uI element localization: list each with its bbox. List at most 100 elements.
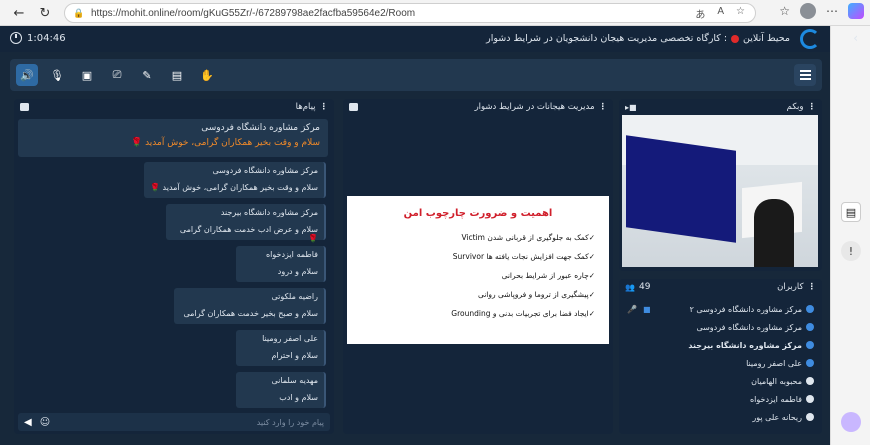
slide-bullet: ✓کمک به جلوگیری از قربانی شدن Victim — [461, 233, 595, 242]
message-sender: مرکز مشاوره دانشگاه فردوسی — [212, 166, 318, 175]
sidebar-app-icon[interactable]: ▤ — [841, 202, 861, 222]
user-item[interactable]: مرکز مشاوره دانشگاه بیرجند — [688, 337, 814, 353]
user-icon — [806, 323, 814, 331]
chat-message: علی اصفر رومینا سلام و احترام — [236, 330, 326, 366]
user-item[interactable]: مرکز مشاوره دانشگاه فردوسی — [696, 319, 814, 335]
recording-dot-icon — [731, 34, 740, 43]
reload-icon[interactable]: ↻ — [34, 2, 56, 24]
message-text: سلام و ادب — [279, 393, 318, 402]
browser-sidebar: ▤ ! — [830, 26, 870, 445]
user-name: محبوبه الهامیان — [751, 376, 802, 386]
presentation-title: مدیریت هیجانات در شرایط دشوار — [474, 102, 595, 112]
room-prefix: محیط آنلاین — [743, 33, 790, 44]
chat-message: مرکز مشاوره دانشگاه بیرجند سلام و عرض اد… — [166, 204, 326, 243]
users-more-icon[interactable]: ⋮ — [808, 282, 817, 292]
session-timer: 1:04:46 — [10, 32, 66, 44]
user-icon — [806, 413, 814, 421]
profile-avatar[interactable] — [800, 3, 816, 19]
screen-share-button[interactable]: ⎚ — [106, 64, 128, 86]
users-panel: ⋮ کاربران 49 👥 مرکز مشاوره دانشگاه فردوسی… — [619, 279, 822, 434]
chat-header: ⋮ پیام‌ها — [14, 99, 334, 115]
slide-bullet: ✓ایجاد فضا برای تجربیات بدنی و Grounding — [451, 309, 595, 318]
chat-more-icon[interactable]: ⋮ — [320, 102, 329, 112]
user-item[interactable]: محبوبه الهامیان — [751, 373, 814, 389]
presentation-more-icon[interactable]: ⋮ — [599, 102, 608, 112]
user-item[interactable]: علی اصفر رومینا — [746, 355, 814, 371]
webcam-more-icon[interactable]: ⋮ — [808, 102, 817, 112]
raise-hand-button[interactable]: ✋ — [196, 64, 218, 86]
user-item[interactable]: مرکز مشاوره دانشگاه فردوسی ۲ ■ 🎤 — [627, 301, 814, 317]
speaker-button[interactable]: 🔊 — [16, 64, 38, 86]
user-mic-icon: 🎤 — [627, 304, 637, 314]
video-projector-screen — [626, 135, 736, 243]
info-icon[interactable]: ! — [841, 241, 861, 261]
chat-icon — [20, 103, 29, 111]
chat-input[interactable]: ◀ ☺ پیام خود را وارد کنید — [18, 413, 330, 431]
translate-icon[interactable]: あ — [695, 6, 705, 21]
room-title: محیط آنلاین : کارگاه تخصصی مدیریت هیجان … — [486, 33, 790, 44]
users-count: 49 — [638, 282, 651, 292]
users-group-icon: 👥 — [625, 282, 635, 292]
read-aloud-icon[interactable]: A — [717, 6, 724, 21]
video-person — [754, 199, 794, 267]
user-icon — [806, 359, 814, 367]
slide-bullet: ✓پیشگیری از تروما و فروپاشی روانی — [477, 290, 595, 299]
message-text: سلام و احترام — [271, 351, 318, 360]
room-name: : کارگاه تخصصی مدیریت هیجان دانشجویان در… — [486, 33, 728, 44]
menu-button[interactable] — [794, 64, 816, 86]
message-text: سلام و وقت بخیر همکاران گرامی، خوش آمدید… — [150, 183, 318, 192]
slide-bullets: ✓کمک به جلوگیری از قربانی شدن Victim ✓کم… — [361, 233, 595, 318]
room-topbar: 1:04:46 محیط آنلاین : کارگاه تخصصی مدیری… — [0, 26, 858, 52]
user-icon — [806, 395, 814, 403]
message-sender: مهدیه سلمانی — [271, 376, 318, 385]
chat-title: پیام‌ها — [295, 102, 316, 112]
user-item[interactable]: فاطمه ایزدخواه — [750, 391, 814, 407]
send-icon[interactable]: ◀ — [24, 417, 32, 428]
message-sender: راضیه ملکوتی — [271, 292, 318, 301]
user-name: مرکز مشاوره دانشگاه بیرجند — [688, 340, 802, 350]
slide-bullet: ✓کمک جهت افزایش نجات یافته ها Survivor — [452, 252, 595, 261]
message-sender: مرکز مشاوره دانشگاه بیرجند — [220, 208, 318, 217]
user-name: علی اصفر رومینا — [746, 358, 802, 368]
address-bar[interactable]: 🔒 https://mohit.online/room/gKuG55Zr/-/6… — [64, 3, 756, 23]
webcam-panel: ⋮ وبکم ■▸ — [619, 99, 822, 271]
pinned-message: مرکز مشاوره دانشگاه فردوسی سلام و وقت بخ… — [18, 119, 328, 157]
lock-icon: 🔒 — [73, 7, 85, 18]
app-logo — [800, 29, 820, 49]
user-item[interactable]: ریحانه علی پور — [752, 409, 814, 425]
copilot-icon[interactable] — [848, 3, 864, 19]
chat-message: فاطمه ایزدخواه سلام و درود — [236, 246, 326, 282]
mic-off-button[interactable]: 🎙 — [46, 64, 68, 86]
user-camera-icon: ■ — [642, 304, 651, 314]
folder-icon — [349, 103, 358, 111]
chat-message: مهدیه سلمانی سلام و ادب — [236, 372, 326, 408]
presentation-slide[interactable]: اهمیت و ضرورت چارچوب امن ✓کمک به جلوگیری… — [347, 196, 609, 344]
video-camera-icon: ■▸ — [625, 102, 637, 112]
more-icon[interactable]: ⋯ — [826, 4, 838, 18]
message-sender: مرکز مشاوره دانشگاه فردوسی — [201, 123, 320, 133]
message-text: سلام و وقت بخیر همکاران گرامی، خوش آمدید… — [131, 138, 320, 148]
camera-off-button[interactable]: ▣ — [76, 64, 98, 86]
chat-message: راضیه ملکوتی سلام و صبح بخیر خدمت همکارا… — [174, 288, 326, 324]
user-name: ریحانه علی پور — [752, 412, 802, 422]
collections-icon[interactable]: ☆ — [779, 4, 790, 18]
url-text: https://mohit.online/room/gKuG55Zr/-/672… — [91, 7, 416, 19]
files-button[interactable]: ▤ — [166, 64, 188, 86]
favorite-star-icon[interactable]: ☆ — [736, 6, 745, 21]
webcam-video — [622, 115, 818, 267]
chat-messages[interactable]: مرکز مشاوره دانشگاه فردوسی سلام و وقت بخ… — [18, 117, 330, 412]
back-icon[interactable]: ← — [8, 2, 30, 24]
presentation-panel: ⋮ مدیریت هیجانات در شرایط دشوار اهمیت و ض… — [343, 99, 613, 434]
user-name: فاطمه ایزدخواه — [749, 394, 802, 404]
message-sender: علی اصفر رومینا — [262, 334, 318, 343]
collapse-chevron-icon[interactable]: ‹ — [853, 31, 858, 45]
chat-input-placeholder: پیام خود را وارد کنید — [256, 417, 324, 427]
assistant-icon[interactable] — [841, 412, 861, 432]
emoji-icon[interactable]: ☺ — [40, 417, 50, 428]
user-name: مرکز مشاوره دانشگاه فردوسی — [696, 322, 802, 332]
whiteboard-pen-button[interactable]: ✎ — [136, 64, 158, 86]
users-title: کاربران — [777, 282, 804, 292]
timer-text: 1:04:46 — [27, 32, 66, 44]
webcam-title: وبکم — [786, 102, 804, 112]
slide-title: اهمیت و ضرورت چارچوب امن — [403, 208, 553, 219]
